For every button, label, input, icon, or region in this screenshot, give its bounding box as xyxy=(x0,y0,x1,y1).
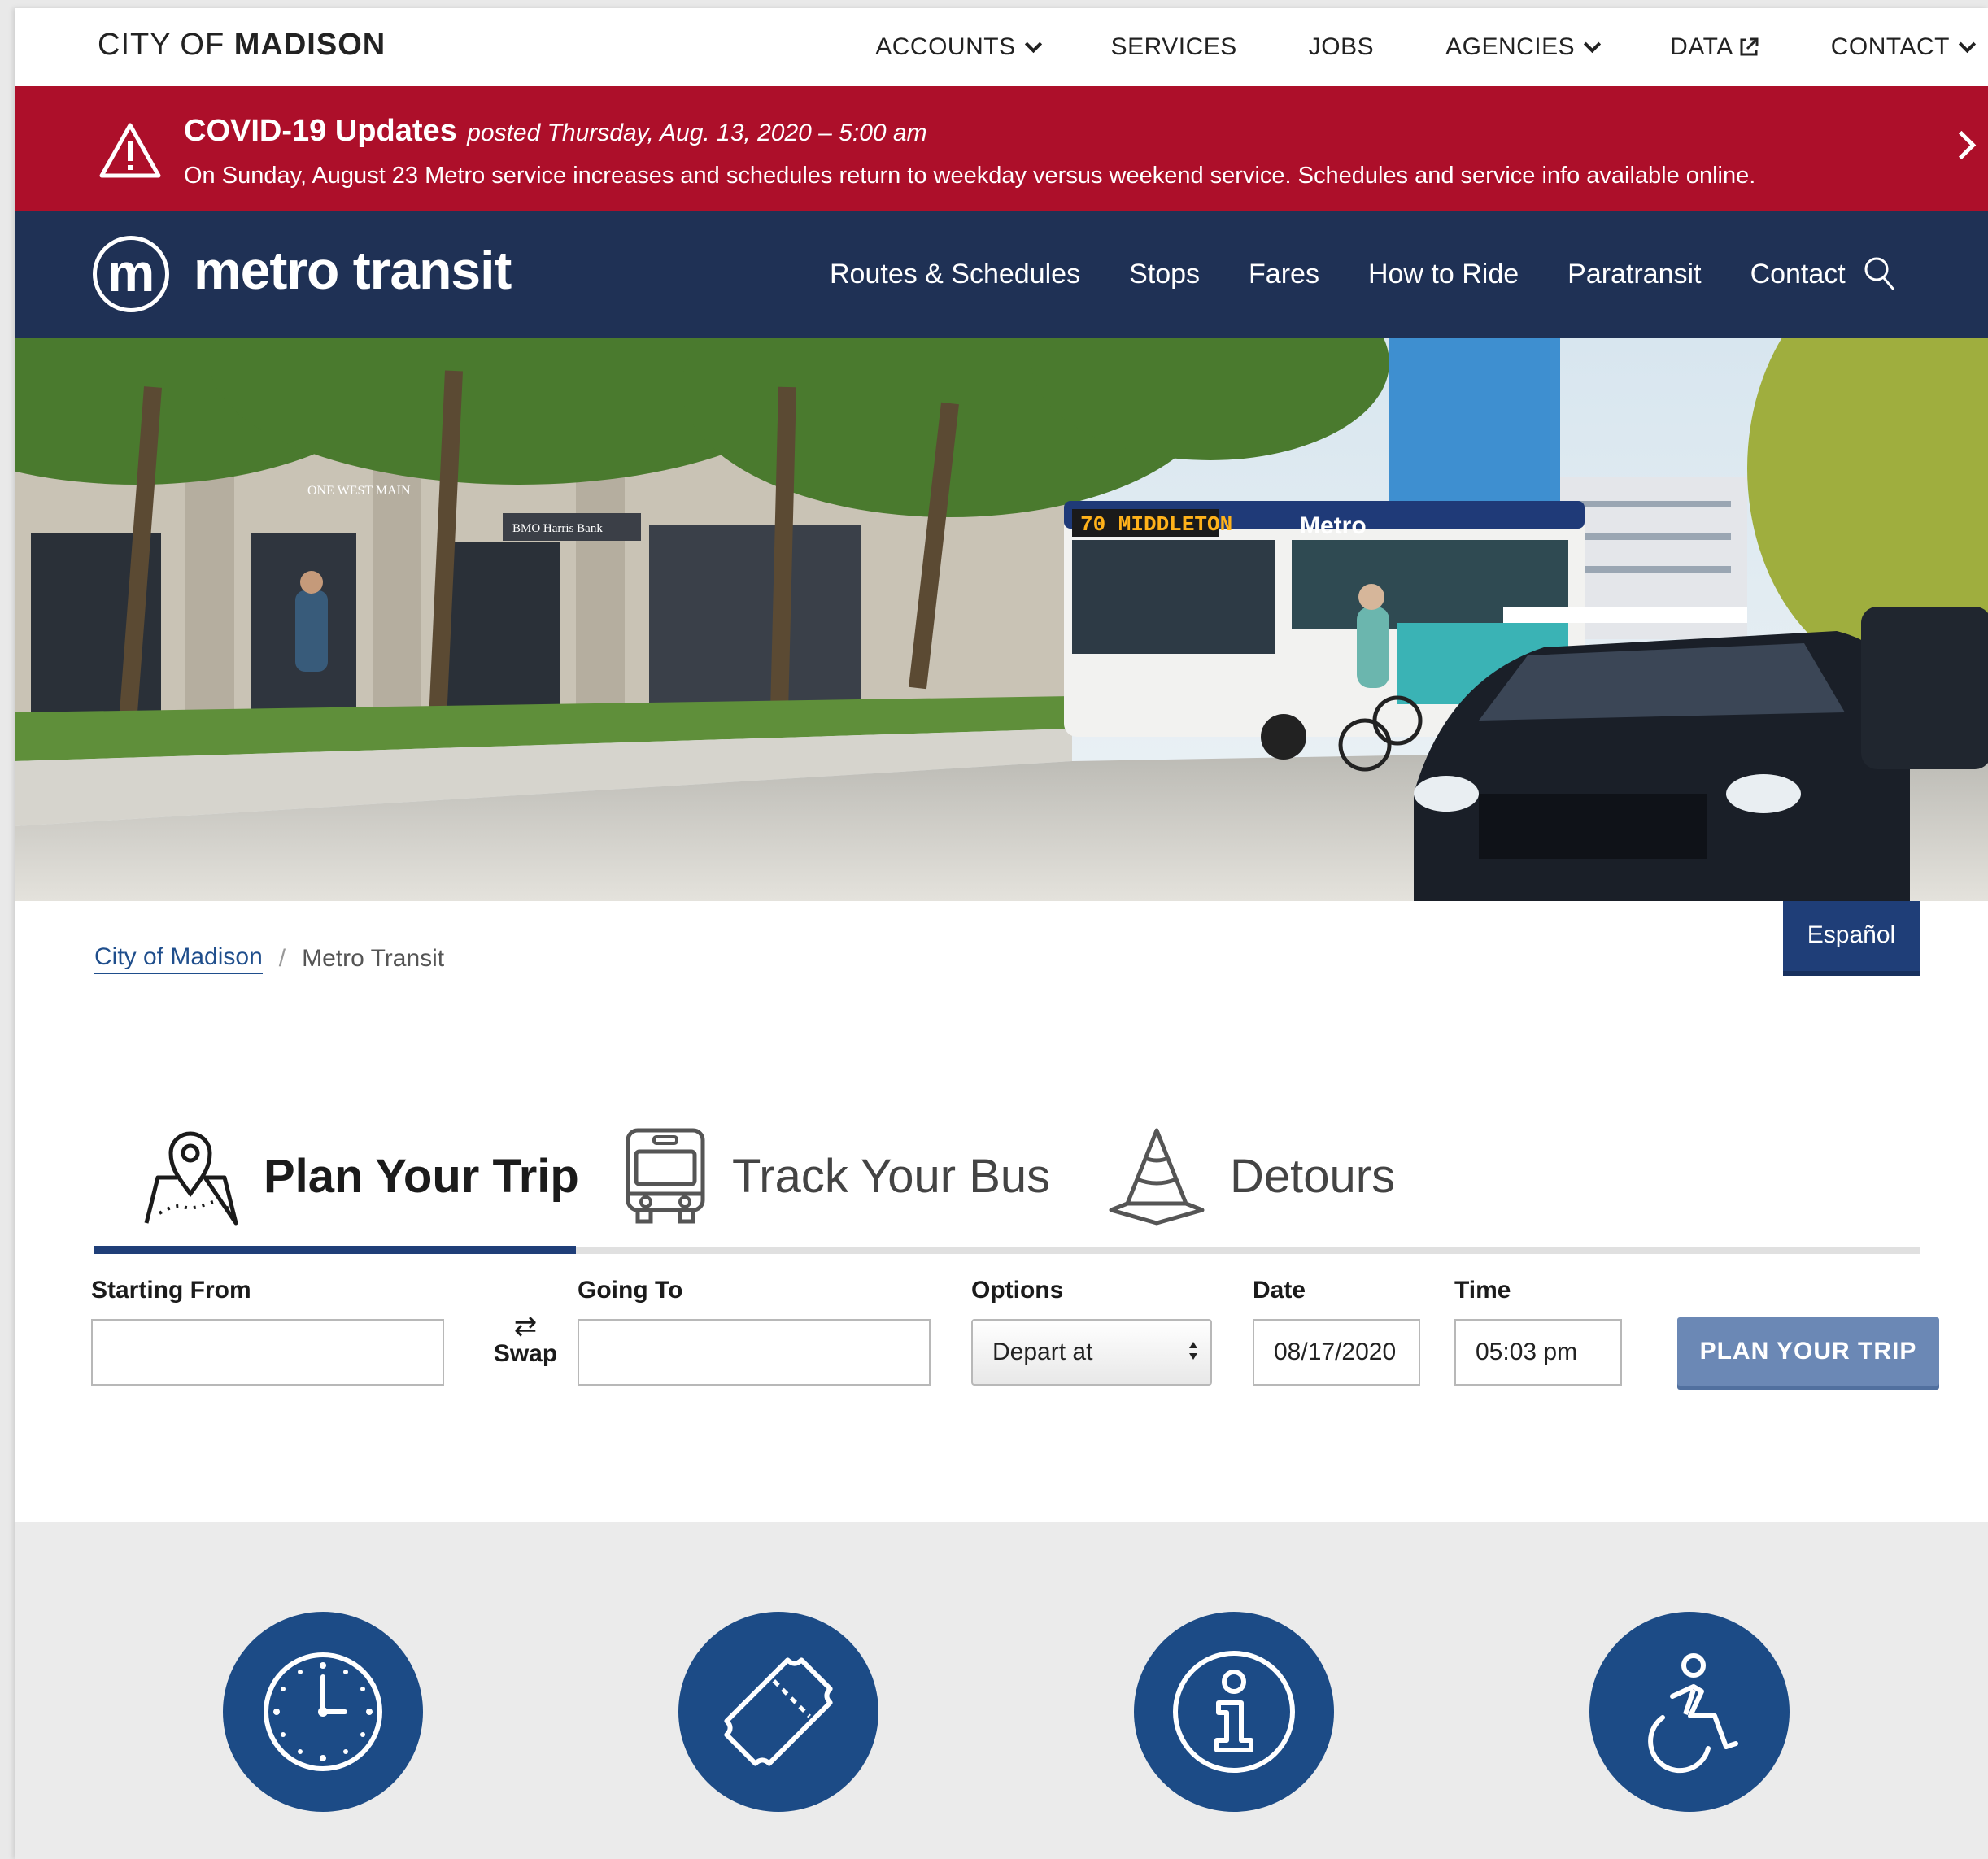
starting-from-label: Starting From xyxy=(91,1277,251,1304)
trip-tabs: Plan Your Trip Track Your Bus Detours xyxy=(94,1111,1920,1257)
going-to-label: Going To xyxy=(578,1277,683,1304)
quick-link-schedules[interactable] xyxy=(223,1612,423,1812)
city-nav-jobs-label: JOBS xyxy=(1308,33,1375,60)
tab-active-indicator xyxy=(94,1246,576,1254)
language-espanol-button[interactable]: Español xyxy=(1783,901,1920,971)
hero-bank-sign: BMO Harris Bank xyxy=(512,522,603,535)
quick-link-accessibility[interactable] xyxy=(1589,1612,1790,1812)
city-nav-accounts-label: ACCOUNTS xyxy=(875,33,1016,60)
clock-icon xyxy=(264,1652,382,1771)
date-label: Date xyxy=(1253,1277,1306,1304)
trip-planner-form: Starting From ⇄ Swap Going To Options De… xyxy=(88,1277,1959,1407)
tab-track-your-bus[interactable]: Track Your Bus xyxy=(623,1111,1050,1241)
time-input[interactable]: 05:03 pm xyxy=(1454,1319,1622,1386)
metro-nav-stops[interactable]: Stops xyxy=(1129,259,1200,290)
alert-title: COVID-19 Updates xyxy=(184,114,457,148)
chevron-down-icon xyxy=(1584,35,1602,53)
alert-posted-date: posted Thursday, Aug. 13, 2020 – 5:00 am xyxy=(467,120,927,146)
going-to-input[interactable] xyxy=(578,1319,931,1386)
city-nav-jobs[interactable]: JOBS xyxy=(1309,33,1374,61)
city-header: CITY OF MADISON ACCOUNTS SERVICES JOBS A… xyxy=(15,8,1988,86)
external-link-icon xyxy=(1740,37,1759,56)
covid-alert-banner[interactable]: COVID-19 Updates posted Thursday, Aug. 1… xyxy=(15,86,1988,211)
options-label: Options xyxy=(971,1277,1064,1304)
city-nav-services[interactable]: SERVICES xyxy=(1111,33,1237,61)
warning-triangle-icon xyxy=(99,123,161,178)
alert-body: On Sunday, August 23 Metro service incre… xyxy=(184,163,1756,189)
chevron-down-icon xyxy=(1958,35,1977,53)
metro-nav-fares[interactable]: Fares xyxy=(1249,259,1319,290)
city-nav-services-label: SERVICES xyxy=(1110,33,1237,60)
metro-logo-text[interactable]: metro transit xyxy=(194,239,512,301)
hero-photo: ONE WEST MAIN BMO Harris Bank 70 MIDDLET… xyxy=(15,338,1988,901)
breadcrumb: City of Madison / Metro Transit xyxy=(94,943,444,974)
accessibility-icon xyxy=(1648,1653,1738,1774)
quick-link-fares[interactable] xyxy=(678,1612,878,1812)
traffic-cone-icon xyxy=(1109,1128,1205,1226)
select-arrows-icon xyxy=(1189,1342,1197,1360)
city-logo-prefix: CITY OF xyxy=(98,28,225,62)
plan-your-trip-button[interactable]: PLAN YOUR TRIP xyxy=(1677,1317,1939,1386)
tab-plan-your-trip-label: Plan Your Trip xyxy=(264,1149,579,1203)
chevron-right-icon[interactable] xyxy=(1947,130,1977,160)
city-nav-contact-label: CONTACT xyxy=(1830,33,1950,60)
quick-link-info[interactable] xyxy=(1134,1612,1334,1812)
tab-track-your-bus-label: Track Your Bus xyxy=(732,1149,1051,1203)
breadcrumb-current: Metro Transit xyxy=(302,945,445,972)
tab-detours[interactable]: Detours xyxy=(1108,1111,1395,1241)
ticket-icon xyxy=(724,1657,833,1766)
quick-links xyxy=(15,1522,1988,1859)
metro-logo-letter: m xyxy=(107,242,155,303)
swap-button[interactable]: ⇄ Swap xyxy=(485,1313,566,1368)
options-select[interactable]: Depart at xyxy=(971,1319,1212,1386)
chevron-down-icon xyxy=(1024,35,1042,53)
city-nav-contact[interactable]: CONTACT xyxy=(1830,33,1977,61)
metro-nav-how-to-ride[interactable]: How to Ride xyxy=(1368,259,1519,290)
breadcrumb-separator: / xyxy=(278,945,286,972)
alert-heading: COVID-19 Updates posted Thursday, Aug. 1… xyxy=(184,114,927,149)
swap-icon: ⇄ xyxy=(513,1311,538,1342)
info-icon xyxy=(1173,1651,1295,1773)
city-nav-data-label: DATA xyxy=(1670,33,1733,60)
hero-bus-sign: 70 MIDDLETON xyxy=(1080,512,1232,537)
hero-image: ONE WEST MAIN BMO Harris Bank 70 MIDDLET… xyxy=(15,338,1988,901)
breadcrumb-home-link[interactable]: City of Madison xyxy=(94,943,263,974)
hero-bus-brand: Metro xyxy=(1300,512,1367,539)
metro-nav-routes-schedules[interactable]: Routes & Schedules xyxy=(830,259,1080,290)
search-icon[interactable] xyxy=(1863,255,1897,293)
swap-label: Swap xyxy=(493,1340,558,1367)
city-logo[interactable]: CITY OF MADISON xyxy=(98,28,386,63)
tab-detours-label: Detours xyxy=(1230,1149,1396,1203)
city-logo-name: MADISON xyxy=(233,28,386,62)
options-select-value: Depart at xyxy=(992,1339,1093,1365)
bus-icon xyxy=(626,1128,705,1224)
metro-header: m metro transit Routes & Schedules Stops… xyxy=(15,211,1988,338)
time-label: Time xyxy=(1454,1277,1511,1304)
tab-plan-your-trip[interactable]: Plan Your Trip xyxy=(143,1111,579,1241)
date-input[interactable]: 08/17/2020 xyxy=(1253,1319,1420,1386)
metro-nav-contact[interactable]: Contact xyxy=(1750,259,1846,290)
city-nav-agencies-label: AGENCIES xyxy=(1445,33,1576,60)
city-nav-data[interactable]: DATA xyxy=(1670,33,1759,61)
metro-nav-paratransit[interactable]: Paratransit xyxy=(1567,259,1701,290)
metro-logo-icon[interactable]: m xyxy=(93,236,169,312)
city-nav-accounts[interactable]: ACCOUNTS xyxy=(875,33,1042,61)
city-nav: ACCOUNTS SERVICES JOBS AGENCIES DATA CON… xyxy=(875,8,1988,86)
city-nav-agencies[interactable]: AGENCIES xyxy=(1445,33,1602,61)
map-pin-icon xyxy=(144,1131,238,1226)
starting-from-input[interactable] xyxy=(91,1319,444,1386)
metro-nav: Routes & Schedules Stops Fares How to Ri… xyxy=(830,259,1894,290)
hero-building-sign: ONE WEST MAIN xyxy=(307,484,411,498)
page: CITY OF MADISON ACCOUNTS SERVICES JOBS A… xyxy=(15,8,1988,1859)
